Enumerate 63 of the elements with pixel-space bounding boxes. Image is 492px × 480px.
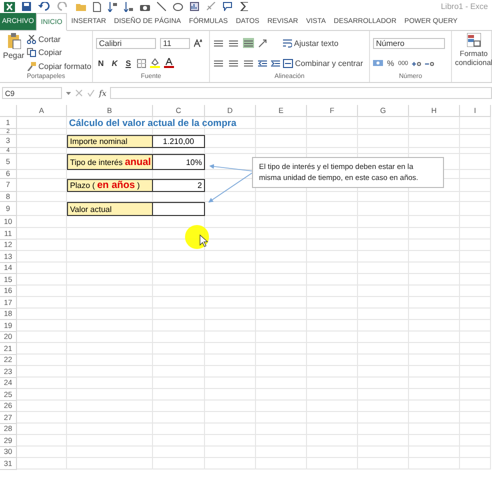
decrease-decimal-icon[interactable]	[425, 60, 434, 68]
align-center-icon[interactable]	[228, 58, 239, 68]
label-cell: Plazo ( en años )	[67, 179, 153, 192]
bold-button[interactable]: N	[96, 58, 106, 68]
align-top-icon[interactable]	[213, 38, 224, 48]
underline-button[interactable]: S	[124, 58, 133, 68]
sort-ascending-icon[interactable]	[108, 2, 117, 12]
italic-button[interactable]: K	[110, 58, 120, 68]
clipboard-icon	[6, 33, 21, 49]
scissors-icon	[27, 35, 36, 44]
borders-icon[interactable]	[136, 58, 146, 68]
undo-icon[interactable]	[38, 2, 50, 11]
label-cell: Valor actual	[67, 202, 153, 216]
decrease-indent-icon[interactable]	[258, 58, 267, 68]
copy-button[interactable]: Copiar	[27, 48, 92, 58]
value-cell: 2	[153, 179, 205, 192]
copy-icon	[27, 48, 36, 58]
align-middle-icon[interactable]	[228, 38, 239, 48]
comment-icon[interactable]	[223, 2, 233, 11]
fill-color-icon[interactable]	[150, 58, 160, 68]
chart-icon[interactable]	[190, 2, 199, 11]
align-left-icon[interactable]	[213, 58, 224, 68]
conditional-format-icon	[466, 33, 481, 47]
increase-decimal-icon[interactable]	[412, 60, 422, 68]
save-icon[interactable]	[22, 2, 31, 11]
text-orientation-icon[interactable]	[258, 38, 268, 48]
mouse-pointer-icon	[200, 234, 208, 247]
number-format-field[interactable]: Número	[373, 38, 445, 49]
font-color-icon[interactable]	[164, 58, 174, 68]
line-icon[interactable]	[157, 2, 166, 11]
font-name-field[interactable]: Calibri	[96, 38, 156, 49]
value-cell: 10%	[153, 154, 205, 170]
value-cell: 1.210,00	[153, 135, 205, 148]
check-icon[interactable]	[87, 89, 95, 97]
align-right-icon[interactable]	[243, 58, 254, 68]
format-painter-button[interactable]: Copiar formato	[27, 62, 92, 71]
sum-icon[interactable]	[240, 2, 250, 11]
currency-icon[interactable]	[373, 60, 383, 68]
brush-icon	[27, 62, 36, 71]
dropdown-arrow-icon[interactable]	[66, 92, 71, 94]
increase-indent-icon[interactable]	[271, 58, 280, 68]
percent-button[interactable]: %	[387, 59, 394, 68]
paste-button[interactable]: Pegar	[3, 33, 24, 73]
grow-font-icon[interactable]	[194, 39, 202, 48]
wrap-text-icon	[283, 38, 292, 48]
camera-icon[interactable]	[140, 2, 150, 10]
wrap-text-button[interactable]: Ajustar texto	[283, 38, 364, 48]
window-title: Libro1 - Exce	[440, 2, 488, 11]
formula-input[interactable]	[110, 87, 492, 99]
align-bottom-icon[interactable]	[243, 38, 254, 48]
merge-center-button[interactable]: Combinar y centrar	[283, 58, 364, 68]
insert-function-button[interactable]: fx	[99, 88, 106, 98]
excel-logo-icon	[4, 2, 15, 12]
label-cell: Tipo de interés anual	[67, 154, 153, 170]
new-file-icon[interactable]	[93, 2, 101, 12]
value-cell	[153, 202, 205, 216]
sort-descending-icon[interactable]	[124, 2, 133, 12]
font-size-field[interactable]: 11	[160, 38, 190, 49]
merge-center-icon	[283, 58, 293, 68]
oval-icon[interactable]	[173, 2, 183, 10]
sheet-title: Cálculo del valor actual de la compra	[68, 117, 238, 129]
label-cell: Importe nominal	[67, 135, 153, 148]
cut-button[interactable]: Cortar	[27, 35, 92, 44]
